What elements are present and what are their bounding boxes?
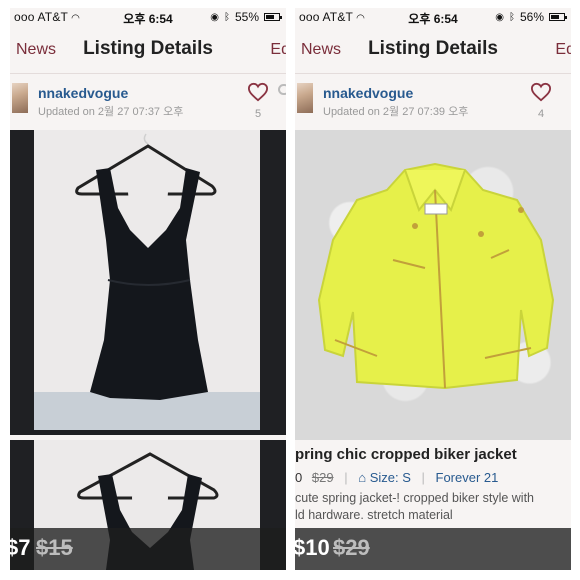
- page-title: Listing Details: [83, 38, 213, 59]
- updated-timestamp: Updated on 2월 27 07:39 오후: [323, 106, 469, 118]
- seller-username[interactable]: nnakedvogue: [38, 85, 128, 101]
- seller-header: nnakedvogue Updated on 2월 27 07:37 오후 5: [10, 74, 286, 130]
- price-current: $10: [295, 535, 330, 560]
- price-original: $15: [36, 535, 73, 560]
- seller-username[interactable]: nnakedvogue: [323, 85, 413, 101]
- size-link[interactable]: Size: S: [370, 470, 411, 485]
- status-bar: ooo AT&T ◠ 오후 6:54 ◉ ᛒ 55%: [10, 8, 286, 26]
- battery-icon: [549, 13, 567, 21]
- avatar[interactable]: [297, 83, 313, 113]
- page-title: Listing Details: [368, 38, 498, 59]
- status-bar: ooo AT&T ◠ 오후 6:54 ◉ ᛒ 56%: [295, 8, 571, 26]
- price-bar: $10 $29: [295, 528, 571, 570]
- bluetooth-icon: ᛒ: [508, 11, 515, 23]
- nav-bar: News Listing Details Ed: [295, 26, 571, 74]
- edit-button[interactable]: Ed: [270, 41, 286, 59]
- hanger-icon: ⌂: [358, 470, 367, 485]
- meta-original-price: $29: [311, 470, 334, 485]
- alarm-icon: ◉: [210, 11, 219, 23]
- screen-left: ooo AT&T ◠ 오후 6:54 ◉ ᛒ 55% News Listing D…: [10, 8, 286, 570]
- battery-icon: [264, 13, 282, 21]
- listing-photo-1[interactable]: [10, 130, 286, 435]
- listing-title: pring chic cropped biker jacket: [295, 446, 517, 463]
- brand-link[interactable]: Forever 21: [436, 470, 499, 485]
- heart-icon[interactable]: [530, 82, 552, 102]
- jacket-image: [317, 162, 555, 390]
- battery-percent: 56%: [519, 10, 544, 24]
- seller-header: nnakedvogue Updated on 2월 27 07:39 오후 4: [295, 74, 571, 130]
- heart-icon[interactable]: [247, 82, 269, 102]
- likes-count: 5: [254, 108, 262, 120]
- hanger-icon: [143, 133, 149, 145]
- price-original: $29: [333, 535, 370, 560]
- alarm-icon: ◉: [495, 11, 504, 23]
- price-current: $7: [10, 535, 31, 560]
- screen-right: ooo AT&T ◠ 오후 6:54 ◉ ᛒ 56% News Listing D…: [295, 8, 571, 570]
- meta-price: 0: [295, 470, 303, 485]
- battery-percent: 55%: [234, 10, 259, 24]
- listing-description: cute spring jacket-! cropped biker style…: [295, 491, 534, 522]
- avatar[interactable]: [12, 83, 28, 113]
- comment-icon[interactable]: [278, 84, 286, 95]
- listing-photo[interactable]: [295, 130, 571, 440]
- listing-meta: 0 $29 | ⌂ Size: S | Forever 21: [295, 470, 499, 485]
- nav-bar: News Listing Details Ed: [10, 26, 286, 74]
- updated-timestamp: Updated on 2월 27 07:37 오후: [38, 106, 184, 118]
- edit-button[interactable]: Ed: [555, 41, 571, 59]
- dress-image: [75, 133, 217, 400]
- price-bar: $7 $15: [10, 528, 286, 570]
- bluetooth-icon: ᛒ: [223, 11, 230, 23]
- likes-count: 4: [537, 108, 545, 120]
